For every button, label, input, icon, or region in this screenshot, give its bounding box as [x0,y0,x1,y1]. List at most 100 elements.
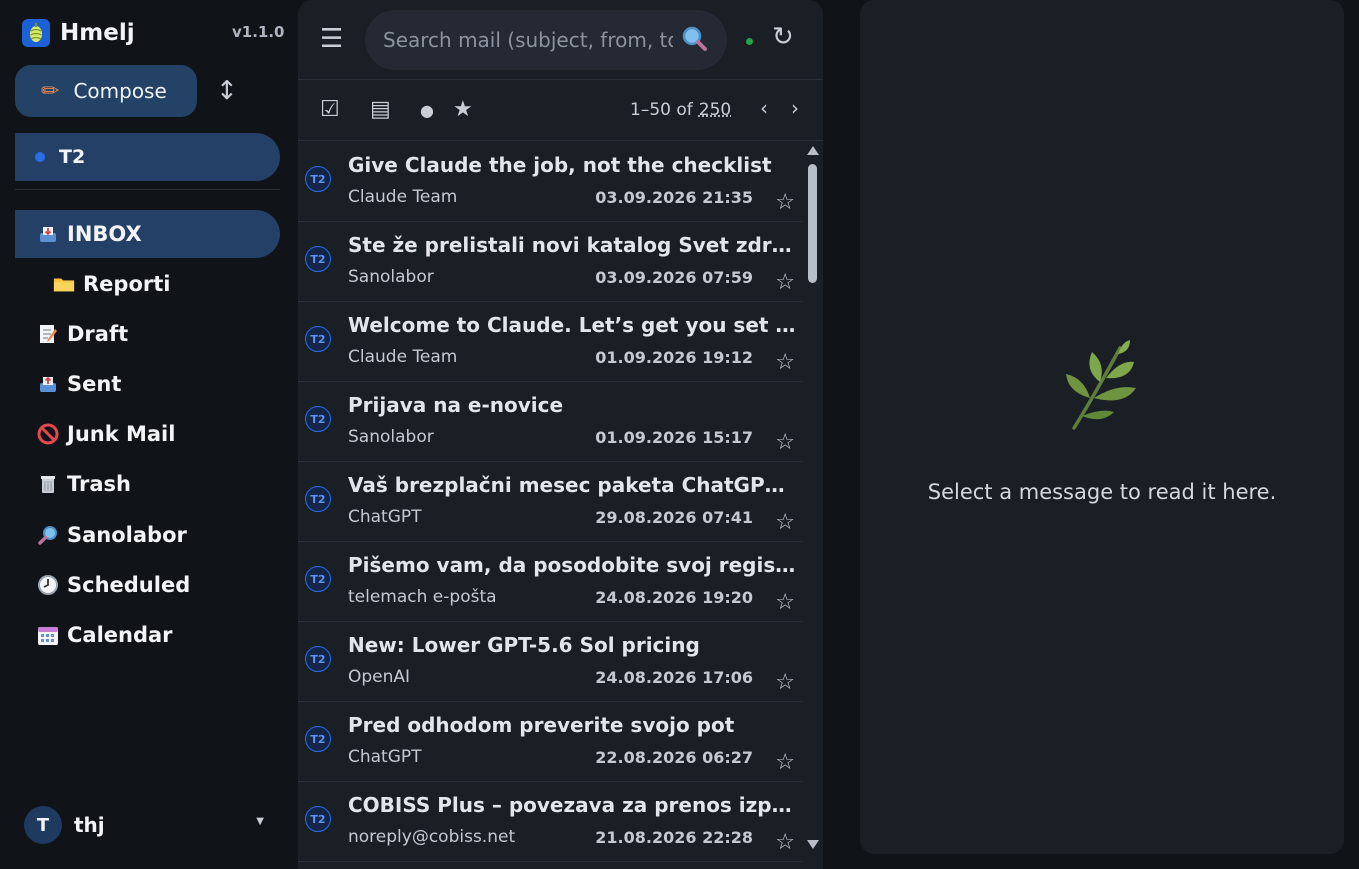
wastebasket-icon [37,473,59,495]
memo-icon [37,323,59,345]
star-icon[interactable]: ☆ [775,830,795,855]
scroll-up-arrow-icon[interactable] [807,146,819,155]
search-box [365,10,727,70]
folder-icon [53,273,75,295]
sidebar-divider [15,189,280,190]
account-badge: T2 [305,166,331,192]
message-subject: Pišemo vam, da posodobite svoj registrir… [348,553,798,577]
star-icon[interactable]: ☆ [775,750,795,775]
account-label: T2 [59,146,86,168]
folder-inbox[interactable]: INBOX [15,210,280,258]
message-subject: Vaš brezplačni mesec paketa ChatGPT Plus [348,473,798,497]
star-icon[interactable]: ☆ [775,670,795,695]
star-icon[interactable]: ☆ [775,510,795,535]
message-date: 03.09.2026 21:35 [595,188,753,207]
star-icon[interactable]: ☆ [775,190,795,215]
message-date: 01.09.2026 19:12 [595,348,753,367]
compose-button[interactable]: ✏ Compose [15,65,197,117]
hop-logo-icon [22,19,50,47]
folder-draft[interactable]: Draft [15,310,280,358]
inbox-tray-icon [37,223,59,245]
message-sender: ChatGPT [348,747,422,767]
star-icon[interactable]: ☆ [775,350,795,375]
folder-label: Scheduled [67,573,191,597]
search-input[interactable] [383,24,673,56]
star-icon[interactable]: ☆ [775,430,795,455]
folder-label: Reporti [83,272,171,296]
message-row[interactable]: T2 New: Lower GPT-5.6 Sol pricing OpenAI… [298,622,803,702]
account-badge: T2 [305,326,331,352]
app-version: v1.1.0 [232,23,285,41]
scrollbar-thumb[interactable] [808,164,817,283]
folder-sent[interactable]: Sent [15,360,280,408]
scroll-down-arrow-icon[interactable] [807,840,819,849]
message-subject: Ste že prelistali novi katalog Svet zdra… [348,233,798,257]
empty-state-text: Select a message to read it here. [927,480,1277,504]
message-row[interactable]: T2 Pred odhodom preverite svojo pot Chat… [298,702,803,782]
list-toolbar: ☑ ▤ ● ★ 1–50 of 250 ‹ › [298,81,823,141]
folder-label: Calendar [67,623,173,647]
folder-junk-mail[interactable]: Junk Mail [15,410,280,458]
message-sender: noreply@cobiss.net [348,827,516,847]
refresh-icon[interactable]: ↻ [772,22,794,52]
folder-label: Sent [67,372,122,396]
message-sender: Claude Team [348,187,458,207]
search-icon[interactable] [679,24,709,54]
message-row[interactable]: T2 Vaš brezplačni mesec paketa ChatGPT P… [298,462,803,542]
caret-down-icon: ▼ [256,816,264,827]
message-row[interactable]: T2 Give Claude the job, not the checklis… [298,142,803,222]
message-row[interactable]: T2 Pišemo vam, da posodobite svoj regist… [298,542,803,622]
message-row[interactable]: T2 COBISS Plus – povezava za prenos izpo… [298,782,803,862]
unread-filter-dot-icon[interactable]: ● [420,101,434,120]
pencil-icon: ✏ [41,78,60,104]
list-topbar: ☰ ↻ [298,0,823,80]
folder-calendar[interactable]: Calendar [15,611,280,659]
compose-label: Compose [73,79,167,103]
message-sender: ChatGPT [348,507,422,527]
message-sender: Claude Team [348,347,458,367]
folder-trash[interactable]: Trash [15,460,280,508]
chevron-right-icon[interactable]: › [791,96,799,120]
message-list-pane: ☰ ↻ ☑ ▤ ● ★ 1–50 of 250 ‹ › T2 Give Claud… [298,0,823,869]
account-selector[interactable]: T2 [15,133,280,181]
message-date: 21.08.2026 22:28 [595,828,753,847]
message-sender: OpenAI [348,667,411,687]
folder-reporti[interactable]: Reporti [15,260,280,308]
message-row[interactable]: T2 Welcome to Claude. Let’s get you set … [298,302,803,382]
hamburger-menu-icon[interactable]: ☰ [320,24,343,54]
message-subject: Give Claude the job, not the checklist [348,153,772,177]
message-list-scrollbar[interactable] [804,142,821,854]
folder-label: Junk Mail [67,422,176,446]
message-subject: Prijava na e-novice [348,393,564,417]
folder-scheduled[interactable]: Scheduled [15,561,280,609]
account-badge: T2 [305,726,331,752]
account-badge: T2 [305,566,331,592]
message-list: T2 Give Claude the job, not the checklis… [298,142,803,869]
star-icon[interactable]: ☆ [775,270,795,295]
pagination: 1–50 of 250 [630,100,731,120]
message-subject: New: Lower GPT-5.6 Sol pricing [348,633,700,657]
density-list-icon[interactable]: ▤ [370,97,391,122]
clock-icon [37,574,59,596]
account-color-dot [35,152,45,162]
user-menu[interactable]: T thj ▼ [24,806,274,844]
message-row[interactable]: T2 Prijava na e-novice Sanolabor 01.09.2… [298,382,803,462]
account-badge: T2 [305,806,331,832]
message-date: 29.08.2026 07:41 [595,508,753,527]
select-all-checkbox-icon[interactable]: ☑ [320,97,340,122]
herb-leaf-icon [1066,340,1136,430]
expand-vertical-icon[interactable]: ↕ [216,76,238,106]
message-sender: Sanolabor [348,267,434,287]
avatar: T [24,806,62,844]
message-sender: Sanolabor [348,427,434,447]
outbox-tray-icon [37,373,59,395]
user-name: thj [74,813,105,837]
message-sender: telemach e-pošta [348,587,497,607]
folder-sanolabor[interactable]: Sanolabor [15,511,280,559]
pagination-total[interactable]: 250 [699,100,731,120]
chevron-left-icon[interactable]: ‹ [760,96,768,120]
message-row[interactable]: T2 Ste že prelistali novi katalog Svet z… [298,222,803,302]
starred-filter-star-icon[interactable]: ★ [453,97,473,122]
message-subject: Welcome to Claude. Let’s get you set up. [348,313,798,337]
star-icon[interactable]: ☆ [775,590,795,615]
